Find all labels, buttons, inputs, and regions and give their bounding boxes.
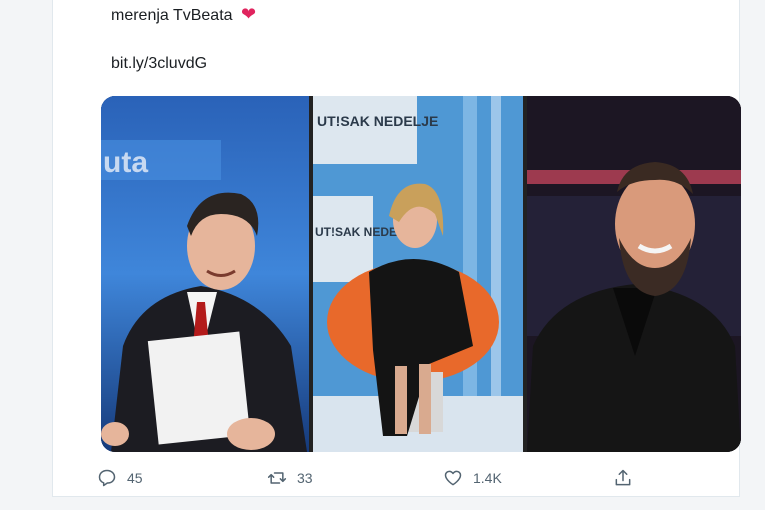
photo-1-overlay-text: uta [103, 146, 148, 179]
retweet-icon [267, 472, 287, 484]
tweet-photo-2[interactable]: UT!SAK NEDELJE UT!SAK NEDELJE [313, 96, 523, 452]
photo-2-illustration: UT!SAK NEDELJE UT!SAK NEDELJE [313, 96, 523, 452]
reply-button[interactable]: 45 [97, 468, 143, 488]
like-button[interactable]: 1.4K [443, 468, 502, 488]
photo-3-illustration [527, 96, 741, 452]
reply-count: 45 [127, 470, 143, 486]
photo-2-overlay-text-top: UT!SAK NEDELJE [317, 113, 438, 129]
tweet-media-grid[interactable]: uta UT!SAK NEDELJE UT!SAK NEDELJE [101, 96, 741, 452]
retweet-button[interactable]: 33 [267, 468, 313, 488]
heart-icon [444, 470, 462, 486]
share-icon [615, 469, 631, 486]
tweet-link[interactable]: bit.ly/3cluvdG [111, 54, 207, 74]
retweet-count: 33 [297, 470, 313, 486]
share-button[interactable] [613, 468, 643, 488]
tweet-text-line: merenja TvBeata [111, 7, 233, 24]
like-count: 1.4K [473, 470, 502, 486]
tweet-text: merenja TvBeata ❤ [111, 4, 256, 26]
tweet-actions: 45 33 1.4K [53, 468, 739, 494]
photo-1-illustration: uta [101, 96, 309, 452]
tweet-photo-3[interactable] [527, 96, 741, 452]
red-heart-emoji: ❤ [241, 4, 257, 24]
reply-icon [98, 469, 116, 487]
tweet-card: merenja TvBeata ❤ bit.ly/3cluvdG uta UT!… [52, 0, 741, 497]
tweet-photo-1[interactable]: uta [101, 96, 309, 452]
